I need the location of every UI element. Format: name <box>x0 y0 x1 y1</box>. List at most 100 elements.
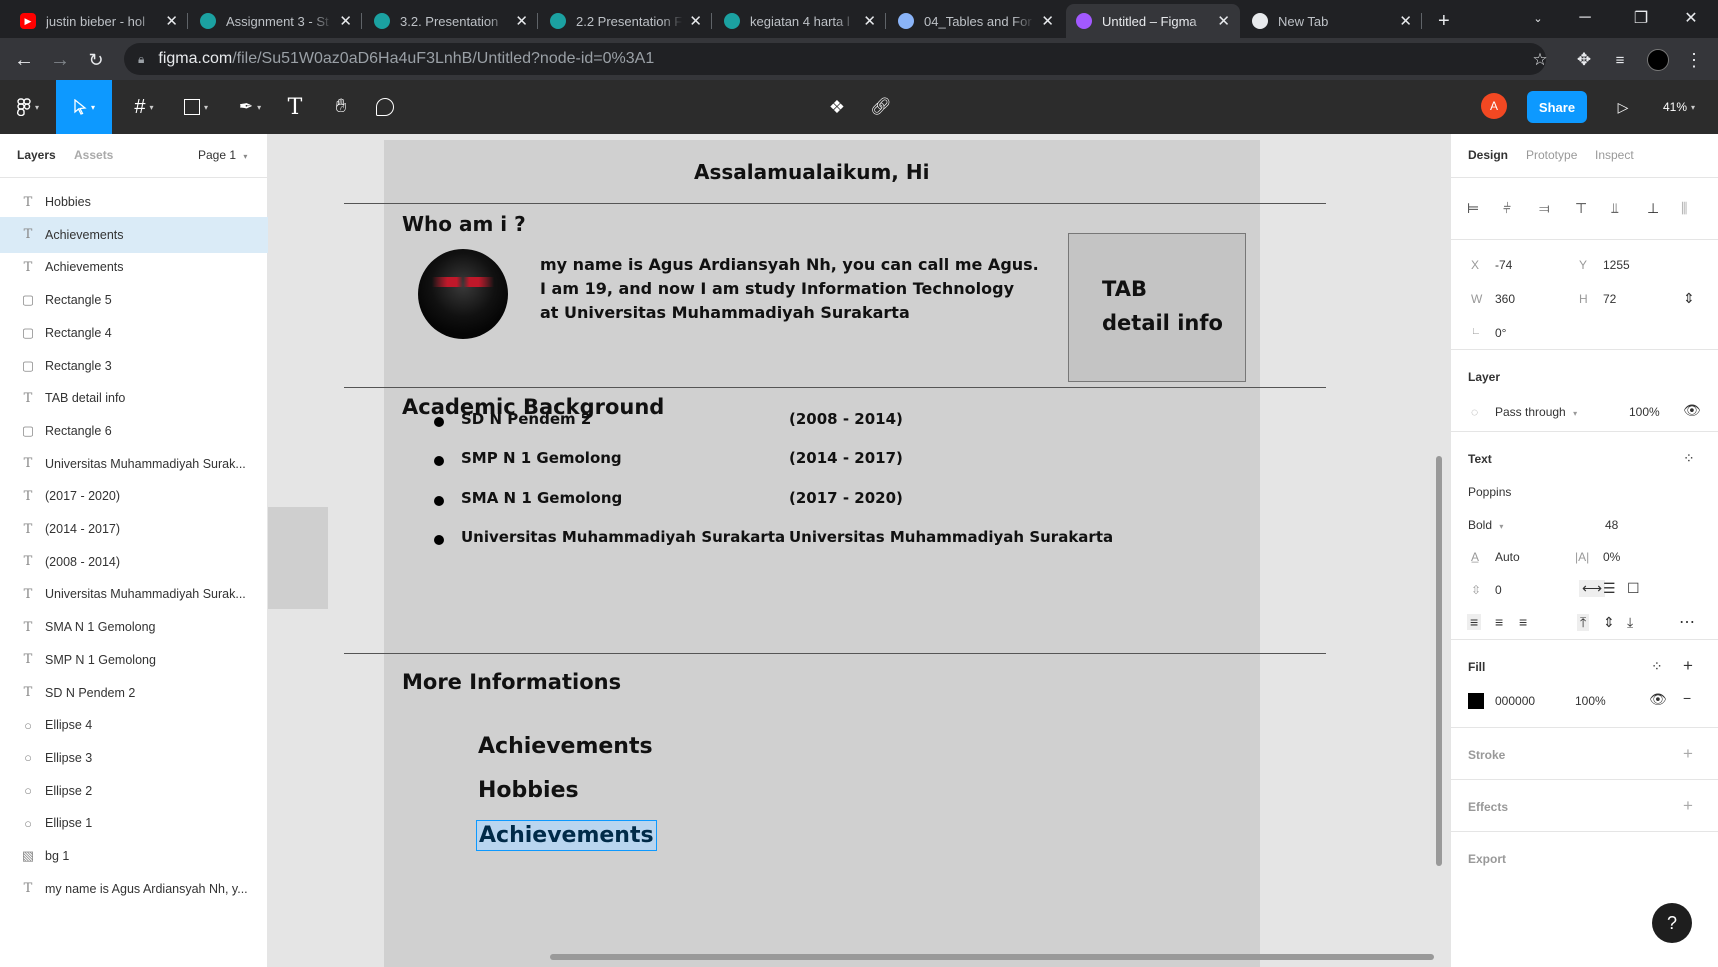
text-align-bottom-icon[interactable]: ⤓ <box>1627 614 1633 631</box>
layer-row[interactable]: ○ Ellipse 3 <box>0 740 268 776</box>
remove-fill-icon[interactable]: − <box>1683 690 1691 706</box>
line-height-input[interactable]: Auto <box>1495 550 1520 564</box>
font-family-dropdown[interactable]: Poppins <box>1468 485 1511 499</box>
restore-icon[interactable]: ❐ <box>1618 0 1664 36</box>
font-size-input[interactable]: 48 <box>1605 518 1618 532</box>
align-bottom-icon[interactable]: ⊥ <box>1647 200 1659 217</box>
more-item-achievements-selected[interactable]: Achievements <box>476 820 657 851</box>
components-icon[interactable]: ❖ <box>824 80 850 134</box>
text-align-right-icon[interactable]: ≡ <box>1519 614 1527 630</box>
tab-layers[interactable]: Layers <box>17 148 56 162</box>
add-stroke-icon[interactable]: + <box>1683 744 1693 764</box>
school-years[interactable]: (2017 - 2020) <box>789 489 903 507</box>
align-top-icon[interactable]: ⊤ <box>1575 200 1587 217</box>
tab-assets[interactable]: Assets <box>74 148 113 162</box>
school-years[interactable]: (2014 - 2017) <box>789 449 903 467</box>
page-selector[interactable]: Page 1 ▾ <box>198 148 247 162</box>
align-vertical-center-icon[interactable]: ⫫ <box>1611 200 1619 217</box>
move-tool-icon[interactable]: ▾ <box>56 80 112 134</box>
link-icon[interactable]: 🔗︎ <box>868 80 894 134</box>
school-name[interactable]: Universitas Muhammadiyah Surakarta <box>461 528 785 546</box>
school-name[interactable]: SMA N 1 Gemolong <box>461 489 622 507</box>
new-tab-button[interactable]: + <box>1428 4 1462 38</box>
close-tab-icon[interactable]: ✕ <box>1041 12 1054 30</box>
canvas-horizontal-scrollbar[interactable] <box>550 954 1434 960</box>
canvas-vertical-scrollbar[interactable] <box>1436 456 1442 866</box>
close-tab-icon[interactable]: ✕ <box>339 12 352 30</box>
blend-mode-dropdown[interactable]: Pass through ▾ <box>1495 405 1577 419</box>
profile-avatar-icon[interactable] <box>1644 46 1672 74</box>
align-left-icon[interactable]: ⊨ <box>1467 200 1479 217</box>
who-am-i-heading[interactable]: Who am i ? <box>402 212 526 236</box>
browser-tab[interactable]: 2.2 Presentation F ✕ <box>540 4 712 38</box>
layer-row[interactable]: T SD N Pendem 2 <box>0 675 268 711</box>
align-horizontal-center-icon[interactable]: ⫩ <box>1503 200 1511 217</box>
browser-tab[interactable]: ▶ justin bieber - hol ✕ <box>10 4 188 38</box>
text-styles-icon[interactable]: ⁘ <box>1683 450 1695 467</box>
bookmark-star-icon[interactable]: ☆ <box>1526 46 1554 74</box>
font-weight-dropdown[interactable]: Bold ▾ <box>1468 518 1503 532</box>
close-tab-icon[interactable]: ✕ <box>689 12 702 30</box>
x-value[interactable]: -74 <box>1495 258 1512 272</box>
layer-row[interactable]: T Universitas Muhammadiyah Surak... <box>0 446 268 482</box>
auto-height-icon[interactable]: ☰ <box>1603 580 1616 597</box>
figma-main-menu-icon[interactable]: ▾ <box>8 80 48 134</box>
add-effect-icon[interactable]: + <box>1683 796 1693 816</box>
greeting-heading[interactable]: Assalamualaikum, Hi <box>694 160 929 184</box>
tab-prototype[interactable]: Prototype <box>1526 148 1577 162</box>
user-avatar[interactable]: A <box>1481 93 1507 119</box>
minimize-icon[interactable]: ─ <box>1562 0 1608 36</box>
layer-row[interactable]: T Achievements <box>0 249 268 285</box>
back-arrow-icon[interactable]: ← <box>10 46 38 74</box>
window-close-icon[interactable]: ✕ <box>1668 0 1714 36</box>
comment-tool-icon[interactable] <box>370 80 400 134</box>
fill-styles-icon[interactable]: ⁘ <box>1651 658 1663 675</box>
school-years[interactable]: (2008 - 2014) <box>789 410 903 428</box>
paragraph-spacing-input[interactable]: 0 <box>1495 583 1502 597</box>
layer-row[interactable]: T Hobbies <box>0 184 268 220</box>
browser-tab[interactable]: New Tab ✕ <box>1242 4 1422 38</box>
layer-row[interactable]: ▢ Rectangle 5 <box>0 282 268 318</box>
layer-row[interactable]: T SMP N 1 Gemolong <box>0 642 268 678</box>
browser-tab[interactable]: Assignment 3 - St ✕ <box>190 4 362 38</box>
chrome-menu-icon[interactable]: ⋮ <box>1680 46 1708 74</box>
text-align-center-icon[interactable]: ≡ <box>1495 614 1503 630</box>
fixed-size-icon[interactable]: ☐ <box>1627 580 1640 597</box>
letter-spacing-input[interactable]: 0% <box>1603 550 1620 564</box>
text-tool-icon[interactable]: T <box>282 80 308 134</box>
tab-inspect[interactable]: Inspect <box>1595 148 1634 162</box>
close-tab-icon[interactable]: ✕ <box>863 12 876 30</box>
browser-tab[interactable]: kegiatan 4 harta l ✕ <box>714 4 886 38</box>
layer-row[interactable]: ○ Ellipse 2 <box>0 773 268 809</box>
school-years[interactable]: Universitas Muhammadiyah Surakarta <box>789 528 1113 546</box>
more-text-options-icon[interactable]: ⋯ <box>1679 612 1695 632</box>
share-button[interactable]: Share <box>1527 91 1587 123</box>
help-button[interactable]: ? <box>1652 903 1692 943</box>
resize-constraint-icon[interactable]: ⇕ <box>1683 290 1695 307</box>
text-align-top-icon[interactable]: ⤒ <box>1577 614 1590 631</box>
align-right-icon[interactable]: ⫤ <box>1539 200 1550 217</box>
rectangle-tool-icon[interactable]: ▾ <box>176 80 216 134</box>
layer-row[interactable]: ▢ Rectangle 6 <box>0 413 268 449</box>
frame-tool-icon[interactable]: # ▾ <box>124 80 164 134</box>
layer-row[interactable]: ▢ Rectangle 3 <box>0 348 268 384</box>
hand-tool-icon[interactable]: ✋︎ <box>326 80 356 134</box>
layer-row[interactable]: T Achievements <box>0 216 268 253</box>
browser-tab[interactable]: Untitled – Figma ✕ <box>1066 4 1240 38</box>
tab-design[interactable]: Design <box>1468 148 1508 162</box>
fill-hex-input[interactable]: 000000 <box>1495 694 1535 708</box>
fill-color-swatch[interactable] <box>1468 693 1484 709</box>
text-align-middle-icon[interactable]: ⇕ <box>1603 614 1615 631</box>
add-fill-icon[interactable]: + <box>1683 656 1693 676</box>
distribute-icon[interactable]: ⫼ <box>1681 200 1687 217</box>
fill-opacity-input[interactable]: 100% <box>1575 694 1606 708</box>
layer-row[interactable]: T (2014 - 2017) <box>0 511 268 547</box>
layer-row[interactable]: T (2017 - 2020) <box>0 478 268 514</box>
tab-detail-info-box[interactable]: TAB detail info <box>1068 233 1246 382</box>
more-item-achievements[interactable]: Achievements <box>478 734 653 759</box>
layer-row[interactable]: T (2008 - 2014) <box>0 544 268 580</box>
w-value[interactable]: 360 <box>1495 292 1515 306</box>
text-align-left-icon[interactable]: ≡ <box>1467 614 1482 630</box>
visibility-eye-icon[interactable]: 👁︎ <box>1683 402 1701 419</box>
profile-photo[interactable] <box>418 249 508 339</box>
